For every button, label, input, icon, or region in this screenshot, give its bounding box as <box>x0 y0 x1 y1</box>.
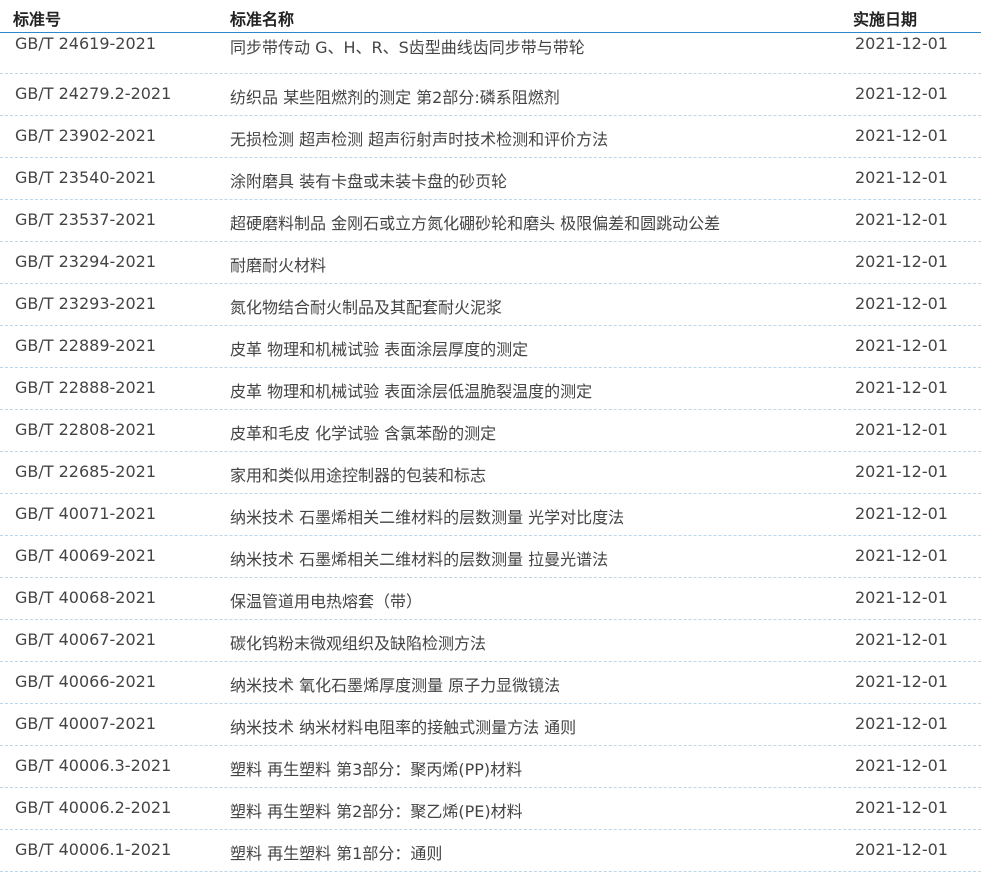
table-row[interactable]: GB/T 22808-2021 皮革和毛皮 化学试验 含氯苯酚的测定 2021-12… <box>0 410 981 452</box>
table-row[interactable]: GB/T 40069-2021 纳米技术 石墨烯相关二维材料的层数测量 拉曼光谱法… <box>0 536 981 578</box>
standard-name-link[interactable]: 耐磨耐火材料 <box>230 252 326 276</box>
table-body: GB/T 24619-2021 同步带传动 G、H、R、S齿型曲线齿同步带与带轮 2… <box>0 32 981 872</box>
standard-code-link[interactable]: GB/T 23902-2021 <box>15 126 156 145</box>
table-row[interactable]: GB/T 23902-2021 无损检测 超声检测 超声衍射声时技术检测和评价方法… <box>0 116 981 158</box>
implementation-date: 2021-12-01 <box>855 756 948 775</box>
standard-name-link[interactable]: 超硬磨料制品 金刚石或立方氮化硼砂轮和磨头 极限偏差和圆跳动公差 <box>230 210 720 234</box>
standard-code-link[interactable]: GB/T 23294-2021 <box>15 252 156 271</box>
implementation-date: 2021-12-01 <box>855 462 948 481</box>
standard-code-link[interactable]: GB/T 23537-2021 <box>15 210 156 229</box>
standard-code-link[interactable]: GB/T 22888-2021 <box>15 378 156 397</box>
standard-name-link[interactable]: 氮化物结合耐火制品及其配套耐火泥浆 <box>230 294 502 318</box>
standard-name-link[interactable]: 皮革 物理和机械试验 表面涂层低温脆裂温度的测定 <box>230 378 592 402</box>
table-row[interactable]: GB/T 40007-2021 纳米技术 纳米材料电阻率的接触式测量方法 通则 20… <box>0 704 981 746</box>
table-row[interactable]: GB/T 23537-2021 超硬磨料制品 金刚石或立方氮化硼砂轮和磨头 极限偏… <box>0 200 981 242</box>
standard-name-link[interactable]: 纳米技术 氧化石墨烯厚度测量 原子力显微镜法 <box>230 672 560 696</box>
implementation-date: 2021-12-01 <box>855 504 948 523</box>
implementation-date: 2021-12-01 <box>855 34 948 53</box>
standard-name-link[interactable]: 皮革和毛皮 化学试验 含氯苯酚的测定 <box>230 420 496 444</box>
standard-name-link[interactable]: 纺织品 某些阻燃剂的测定 第2部分:磷系阻燃剂 <box>230 84 560 108</box>
standard-name-link[interactable]: 碳化钨粉末微观组织及缺陷检测方法 <box>230 630 486 654</box>
standard-name-link[interactable]: 皮革 物理和机械试验 表面涂层厚度的测定 <box>230 336 528 360</box>
implementation-date: 2021-12-01 <box>855 588 948 607</box>
standard-name-link[interactable]: 纳米技术 石墨烯相关二维材料的层数测量 光学对比度法 <box>230 504 624 528</box>
standard-code-link[interactable]: GB/T 40069-2021 <box>15 546 156 565</box>
implementation-date: 2021-12-01 <box>855 672 948 691</box>
table-row[interactable]: GB/T 40067-2021 碳化钨粉末微观组织及缺陷检测方法 2021-12-0… <box>0 620 981 662</box>
implementation-date: 2021-12-01 <box>855 252 948 271</box>
table-row[interactable]: GB/T 24279.2-2021 纺织品 某些阻燃剂的测定 第2部分:磷系阻燃剂… <box>0 74 981 116</box>
standard-code-link[interactable]: GB/T 40071-2021 <box>15 504 156 523</box>
standard-code-link[interactable]: GB/T 24279.2-2021 <box>15 84 171 103</box>
implementation-date: 2021-12-01 <box>855 84 948 103</box>
standard-code-link[interactable]: GB/T 40068-2021 <box>15 588 156 607</box>
standard-name-link[interactable]: 同步带传动 G、H、R、S齿型曲线齿同步带与带轮 <box>230 34 585 58</box>
implementation-date: 2021-12-01 <box>855 546 948 565</box>
standard-code-link[interactable]: GB/T 23540-2021 <box>15 168 156 187</box>
header-code: 标准号 <box>13 10 62 29</box>
table-row[interactable]: GB/T 22685-2021 家用和类似用途控制器的包装和标志 2021-12-0… <box>0 452 981 494</box>
table-row[interactable]: GB/T 40006.3-2021 塑料 再生塑料 第3部分：聚丙烯(PP)材料 2… <box>0 746 981 788</box>
header-name: 标准名称 <box>230 10 295 29</box>
standard-name-link[interactable]: 塑料 再生塑料 第1部分：通则 <box>230 840 442 864</box>
implementation-date: 2021-12-01 <box>855 840 948 859</box>
standard-code-link[interactable]: GB/T 24619-2021 <box>15 34 156 53</box>
implementation-date: 2021-12-01 <box>855 378 948 397</box>
table-row[interactable]: GB/T 23293-2021 氮化物结合耐火制品及其配套耐火泥浆 2021-12-… <box>0 284 981 326</box>
table-row[interactable]: GB/T 24619-2021 同步带传动 G、H、R、S齿型曲线齿同步带与带轮 2… <box>0 32 981 74</box>
implementation-date: 2021-12-01 <box>855 336 948 355</box>
table-row[interactable]: GB/T 22888-2021 皮革 物理和机械试验 表面涂层低温脆裂温度的测定 2… <box>0 368 981 410</box>
standard-code-link[interactable]: GB/T 22685-2021 <box>15 462 156 481</box>
header-date: 实施日期 <box>853 10 918 29</box>
standard-name-link[interactable]: 塑料 再生塑料 第2部分：聚乙烯(PE)材料 <box>230 798 523 822</box>
standard-code-link[interactable]: GB/T 40067-2021 <box>15 630 156 649</box>
standard-code-link[interactable]: GB/T 40007-2021 <box>15 714 156 733</box>
implementation-date: 2021-12-01 <box>855 168 948 187</box>
standard-code-link[interactable]: GB/T 40006.1-2021 <box>15 840 171 859</box>
table-header: 标准号 标准名称 实施日期 <box>0 0 981 33</box>
standard-name-link[interactable]: 保温管道用电热熔套（带） <box>230 588 422 612</box>
standard-name-link[interactable]: 纳米技术 纳米材料电阻率的接触式测量方法 通则 <box>230 714 576 738</box>
implementation-date: 2021-12-01 <box>855 294 948 313</box>
standard-name-link[interactable]: 涂附磨具 装有卡盘或未装卡盘的砂页轮 <box>230 168 507 192</box>
standard-code-link[interactable]: GB/T 40006.3-2021 <box>15 756 171 775</box>
table-row[interactable]: GB/T 23540-2021 涂附磨具 装有卡盘或未装卡盘的砂页轮 2021-12… <box>0 158 981 200</box>
standards-table: 标准号 标准名称 实施日期 GB/T 24619-2021 同步带传动 G、H、R… <box>0 0 981 872</box>
implementation-date: 2021-12-01 <box>855 210 948 229</box>
standard-code-link[interactable]: GB/T 22889-2021 <box>15 336 156 355</box>
standard-code-link[interactable]: GB/T 40066-2021 <box>15 672 156 691</box>
table-row[interactable]: GB/T 40006.2-2021 塑料 再生塑料 第2部分：聚乙烯(PE)材料 2… <box>0 788 981 830</box>
implementation-date: 2021-12-01 <box>855 420 948 439</box>
standard-name-link[interactable]: 塑料 再生塑料 第3部分：聚丙烯(PP)材料 <box>230 756 522 780</box>
standard-code-link[interactable]: GB/T 23293-2021 <box>15 294 156 313</box>
implementation-date: 2021-12-01 <box>855 126 948 145</box>
table-row[interactable]: GB/T 23294-2021 耐磨耐火材料 2021-12-01 <box>0 242 981 284</box>
implementation-date: 2021-12-01 <box>855 798 948 817</box>
table-row[interactable]: GB/T 40068-2021 保温管道用电热熔套（带） 2021-12-01 <box>0 578 981 620</box>
table-row[interactable]: GB/T 22889-2021 皮革 物理和机械试验 表面涂层厚度的测定 2021-… <box>0 326 981 368</box>
standard-name-link[interactable]: 纳米技术 石墨烯相关二维材料的层数测量 拉曼光谱法 <box>230 546 608 570</box>
standard-code-link[interactable]: GB/T 22808-2021 <box>15 420 156 439</box>
table-row[interactable]: GB/T 40071-2021 纳米技术 石墨烯相关二维材料的层数测量 光学对比度… <box>0 494 981 536</box>
implementation-date: 2021-12-01 <box>855 630 948 649</box>
standard-code-link[interactable]: GB/T 40006.2-2021 <box>15 798 171 817</box>
implementation-date: 2021-12-01 <box>855 714 948 733</box>
table-row[interactable]: GB/T 40066-2021 纳米技术 氧化石墨烯厚度测量 原子力显微镜法 202… <box>0 662 981 704</box>
standard-name-link[interactable]: 无损检测 超声检测 超声衍射声时技术检测和评价方法 <box>230 126 608 150</box>
standard-name-link[interactable]: 家用和类似用途控制器的包装和标志 <box>230 462 486 486</box>
